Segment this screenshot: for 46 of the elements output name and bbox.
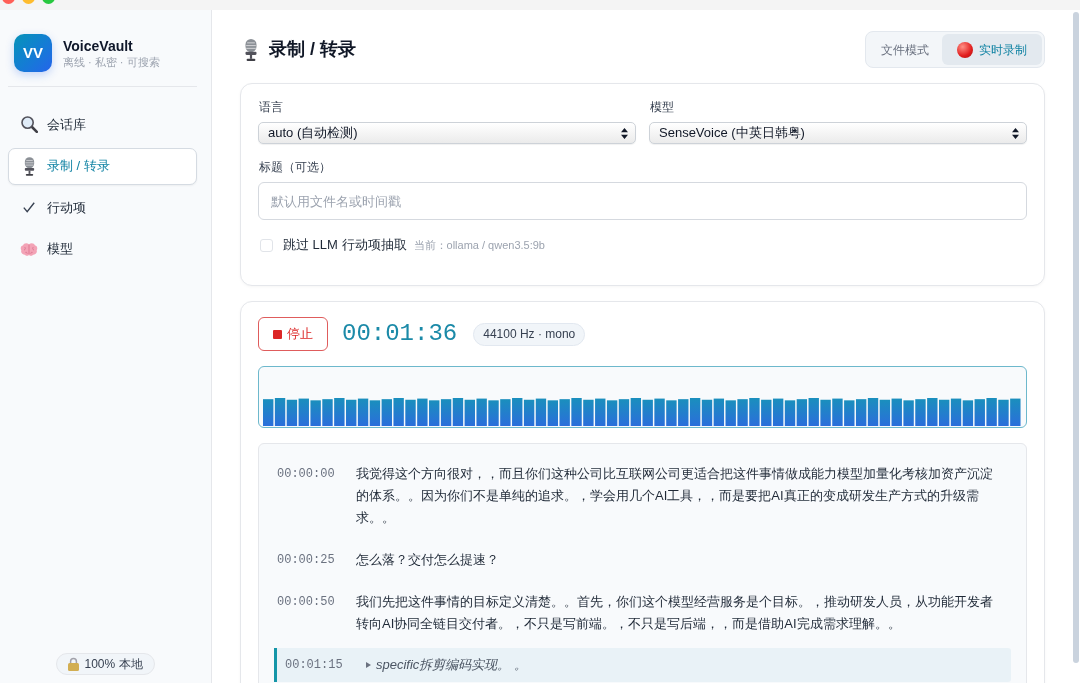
timestamp: 00:00:50 bbox=[277, 594, 336, 611]
window-maximize-button[interactable] bbox=[42, 0, 55, 4]
scrollbar-thumb[interactable] bbox=[1073, 12, 1079, 663]
mode-tab[interactable]: 文件模式 bbox=[868, 34, 942, 65]
current-model-hint: 当前：ollama / qwen3.5:9b bbox=[413, 237, 545, 253]
page-title: 录制 / 转录 bbox=[269, 38, 356, 61]
check-icon bbox=[23, 202, 35, 213]
magnifier-icon bbox=[20, 116, 38, 133]
window-close-button[interactable] bbox=[2, 0, 15, 4]
mode-tab[interactable]: 实时录制 bbox=[942, 34, 1042, 65]
sidebar-item[interactable]: 模型 bbox=[8, 230, 197, 268]
transcript-text: specific拆剪编码实现。 。 bbox=[376, 656, 527, 674]
stop-square-icon bbox=[273, 329, 282, 339]
field-label: 模型 bbox=[649, 99, 675, 115]
audio-format-badge: 44100 Hz · mono bbox=[473, 322, 586, 346]
microphone-icon bbox=[22, 156, 36, 176]
up-down-chevron-icon bbox=[1012, 127, 1019, 139]
transcript-text: 我们先把这件事情的目标定义清楚。。首先，你们这个模型经营服务是个目标。，推动研发人员，从功能开发者转向AI协同全链目交付者。，不只是写前端。，不只是写后端，，而是借助AI完成需求理解。。 bbox=[356, 593, 994, 633]
timestamp: 00:00:25 bbox=[277, 552, 336, 569]
microphone-icon bbox=[243, 38, 259, 61]
sidebar-item[interactable]: 行动项 bbox=[8, 189, 197, 226]
lock-icon bbox=[68, 657, 80, 671]
brain-icon bbox=[20, 241, 38, 257]
window-minimize-button[interactable] bbox=[22, 0, 35, 4]
field-label: 语言 bbox=[258, 99, 284, 115]
app-logo: VV bbox=[14, 34, 52, 72]
sidebar-item[interactable]: 会话库 bbox=[8, 106, 197, 143]
stop-button[interactable]: 停止 bbox=[258, 317, 328, 351]
triangle-icon bbox=[366, 662, 371, 668]
field-label: 标题（可选） bbox=[258, 159, 332, 175]
checkbox[interactable] bbox=[260, 238, 273, 252]
transcript-text: 怎么落？交付怎么提速？ bbox=[356, 551, 500, 569]
timestamp: 00:00:00 bbox=[277, 466, 336, 483]
language-select[interactable]: auto (自动检测) bbox=[258, 122, 636, 144]
up-down-chevron-icon bbox=[621, 127, 628, 139]
model-select[interactable]: SenseVoice (中英日韩粤) bbox=[649, 122, 1027, 144]
record-icon bbox=[957, 41, 973, 58]
sidebar-item[interactable]: 录制 / 转录 bbox=[8, 147, 197, 185]
elapsed-timer: 00:01:36 bbox=[342, 320, 458, 348]
title-input[interactable]: 默认用文件名或时间戳 bbox=[258, 182, 1027, 220]
app-name: VoiceVault bbox=[63, 37, 134, 55]
transcript-text: 我觉得这个方向很对，，而且你们这种公司比互联网公司更适合把这件事情做成能力模型加量化考核加资产沉淀的体系。。因为你们不是单纯的追求。，学会用几个AI工具，，而是要把AI真正的变成研发生产方式的升级需求。。 bbox=[356, 465, 994, 527]
timestamp: 00:01:15 bbox=[285, 657, 344, 674]
checkbox-label: 跳过 LLM 行动项抽取 bbox=[283, 236, 407, 255]
app-tagline: 离线 · 私密 · 可搜索 bbox=[63, 55, 160, 69]
local-status-badge: 100% 本地 bbox=[56, 653, 155, 675]
